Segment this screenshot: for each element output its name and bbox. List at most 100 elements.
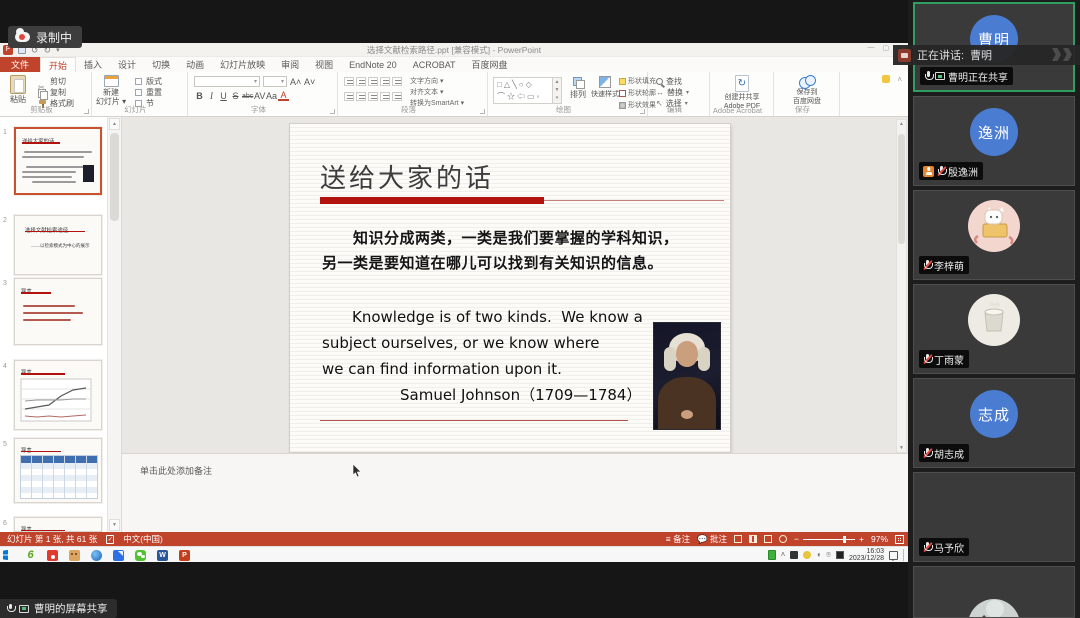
- font-size-select[interactable]: ▾: [263, 76, 287, 87]
- participant-tile-huzhicheng[interactable]: 志成 胡志成: [913, 378, 1075, 468]
- battery-icon[interactable]: [768, 550, 776, 560]
- network-icon[interactable]: ⌾: [826, 550, 831, 560]
- scroll-up-icon[interactable]: ▲: [109, 118, 120, 130]
- zoom-in-icon[interactable]: +: [859, 534, 864, 544]
- wechat-icon[interactable]: [135, 550, 146, 561]
- slide-thumbnail-3[interactable]: 导言: [14, 278, 102, 345]
- grow-font-button[interactable]: A˄: [290, 77, 301, 87]
- volume-icon[interactable]: ◖: [816, 550, 821, 560]
- participant-tile-mayuxin[interactable]: 马予欣: [913, 472, 1075, 562]
- tab-animations[interactable]: 动画: [178, 57, 212, 72]
- justify-button[interactable]: [380, 92, 390, 101]
- app-blue-icon[interactable]: [113, 550, 124, 561]
- comments-toggle-button[interactable]: 💬 批注: [697, 533, 727, 545]
- underline-button[interactable]: U: [218, 91, 229, 101]
- participant-tile-yinyizhou[interactable]: 逸洲 殷逸洲: [913, 96, 1075, 186]
- notes-placeholder[interactable]: 单击此处添加备注: [140, 464, 212, 477]
- align-right-button[interactable]: [368, 92, 378, 101]
- notes-toggle-button[interactable]: ≡ 备注: [666, 533, 690, 545]
- word-icon[interactable]: W: [157, 550, 168, 561]
- edge-browser-icon[interactable]: [91, 550, 102, 561]
- dialog-launcher-icon[interactable]: [480, 109, 485, 114]
- zoom-level[interactable]: 97%: [871, 534, 888, 544]
- browser-360-icon[interactable]: 6: [25, 550, 36, 561]
- char-spacing-button[interactable]: AV: [254, 91, 265, 101]
- dialog-launcher-icon[interactable]: [640, 109, 645, 114]
- vertical-scrollbar[interactable]: ▲ ▼: [896, 119, 907, 453]
- slide-thumbnail-5[interactable]: 导言: [14, 438, 102, 503]
- notes-pane[interactable]: 单击此处添加备注: [122, 453, 908, 532]
- start-button[interactable]: [3, 550, 14, 561]
- recording-indicator[interactable]: 录制中: [8, 26, 82, 48]
- replace-button[interactable]: ↔替换 ▾: [656, 87, 689, 98]
- tray-expand-icon[interactable]: ˄: [781, 550, 786, 560]
- new-slide-button[interactable]: 新建幻灯片 ▾: [96, 75, 126, 106]
- tray-app-icon[interactable]: [790, 551, 798, 559]
- shrink-font-button[interactable]: A˅: [304, 77, 315, 87]
- font-name-select[interactable]: ▾: [194, 76, 260, 87]
- slide-body-chinese[interactable]: 知识分成两类，一类是我们要掌握的学科知识， 另一类是要知道在哪儿可以找到有关知识…: [322, 227, 718, 277]
- increase-indent-button[interactable]: [380, 77, 390, 86]
- scroll-down-icon[interactable]: ▼: [109, 519, 120, 531]
- quick-styles-button[interactable]: 快速样式: [591, 89, 619, 99]
- tray-display-icon[interactable]: [836, 551, 844, 559]
- bullets-button[interactable]: [344, 77, 354, 86]
- numbering-button[interactable]: [356, 77, 366, 86]
- dialog-launcher-icon[interactable]: [84, 109, 89, 114]
- slide-canvas[interactable]: 送给大家的话 知识分成两类，一类是我们要掌握的学科知识， 另一类是要知道在哪儿可…: [290, 124, 730, 452]
- language-indicator[interactable]: 中文(中国): [123, 533, 163, 545]
- collapse-ribbon-icon[interactable]: ˄: [897, 75, 902, 84]
- change-case-button[interactable]: Aa: [266, 91, 277, 101]
- align-text-button[interactable]: 对齐文本 ▾: [410, 88, 464, 97]
- paste-button[interactable]: 粘贴: [3, 75, 33, 105]
- powerpoint-taskbar-icon[interactable]: P: [179, 550, 190, 561]
- tab-endnote[interactable]: EndNote 20: [341, 57, 405, 72]
- tab-home[interactable]: 开始: [40, 57, 76, 72]
- zoom-knob[interactable]: [843, 536, 846, 543]
- zoom-out-icon[interactable]: −: [794, 534, 799, 544]
- clear-format-button[interactable]: abc: [242, 93, 253, 100]
- shapes-gallery-scroll[interactable]: ▲▼▾: [553, 77, 562, 104]
- reading-view-button[interactable]: [764, 535, 772, 543]
- show-desktop-button[interactable]: [903, 549, 905, 561]
- taskbar-clock[interactable]: 16:03 2023/12/28: [849, 548, 884, 563]
- dialog-launcher-icon[interactable]: [330, 109, 335, 114]
- tab-design[interactable]: 设计: [110, 57, 144, 72]
- bold-button[interactable]: B: [194, 91, 205, 101]
- maximize-button[interactable]: [883, 44, 890, 52]
- scroll-down-icon[interactable]: ▼: [897, 445, 906, 451]
- tab-review[interactable]: 审阅: [273, 57, 307, 72]
- ribbon-tail-icon[interactable]: [882, 75, 890, 83]
- slide-thumbnail-6[interactable]: 导言: [14, 517, 102, 532]
- find-button[interactable]: 查找: [656, 76, 689, 87]
- slide-thumbnail-2[interactable]: 选择文献检索途径 ——以检索模式为中心的展示: [14, 215, 102, 275]
- fit-slide-to-window-icon[interactable]: [895, 535, 904, 544]
- tab-baidu-netdisk[interactable]: 百度网盘: [464, 57, 516, 72]
- text-direction-button[interactable]: 文字方向 ▾: [410, 77, 464, 86]
- participant-tile-partial[interactable]: [913, 566, 1075, 618]
- scroll-up-icon[interactable]: ▲: [897, 121, 906, 127]
- shapes-gallery[interactable]: □△╲○◇⌒☆⇦▭◦: [493, 77, 553, 104]
- participant-tile-dingyumeng[interactable]: 丁雨蒙: [913, 284, 1075, 374]
- columns-button[interactable]: [392, 92, 402, 101]
- font-color-button[interactable]: A: [278, 91, 289, 101]
- cut-button[interactable]: 剪切: [38, 76, 74, 87]
- tab-acrobat[interactable]: ACROBAT: [405, 57, 464, 72]
- app-pet-icon[interactable]: [69, 550, 80, 561]
- normal-view-button[interactable]: [734, 535, 742, 543]
- zoom-slider[interactable]: − +: [794, 534, 864, 544]
- save-to-baidu-button[interactable]: 保存到百度网盘: [792, 75, 822, 106]
- tray-ime-icon[interactable]: [803, 551, 811, 559]
- copy-button[interactable]: 复制: [38, 87, 74, 98]
- tab-view[interactable]: 视图: [307, 57, 341, 72]
- slide-thumbnail-4[interactable]: 导言: [14, 360, 102, 430]
- align-center-button[interactable]: [356, 92, 366, 101]
- italic-button[interactable]: I: [206, 91, 217, 101]
- action-center-icon[interactable]: [889, 551, 898, 560]
- align-left-button[interactable]: [344, 92, 354, 101]
- tab-file[interactable]: 文件: [0, 57, 40, 72]
- slideshow-button[interactable]: [779, 535, 787, 543]
- slide-title[interactable]: 送给大家的话: [320, 158, 494, 195]
- line-spacing-button[interactable]: [392, 77, 402, 86]
- tab-transitions[interactable]: 切换: [144, 57, 178, 72]
